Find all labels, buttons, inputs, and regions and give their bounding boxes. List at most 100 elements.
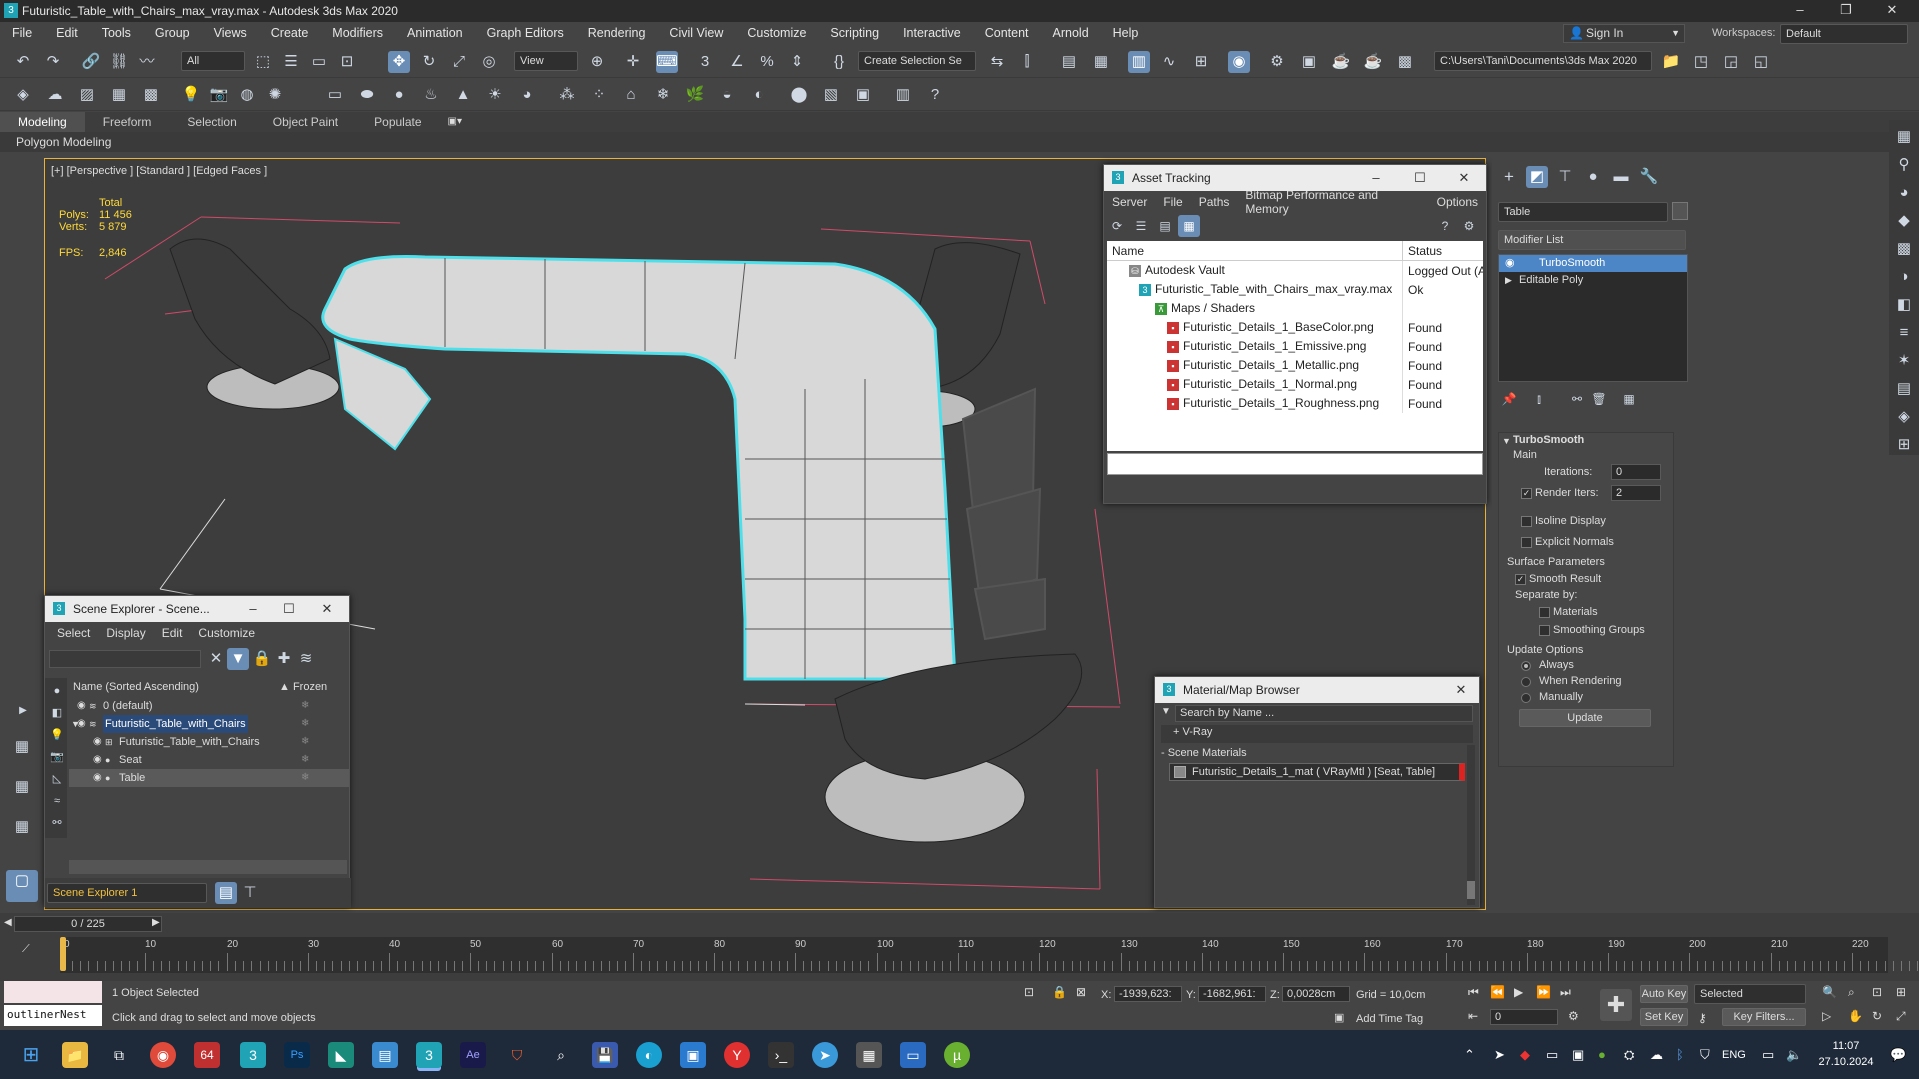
asset-menu-options[interactable]: Options [1429,195,1486,209]
rotate-icon[interactable]: ↻ [418,51,440,73]
ribbon-tab-freeform[interactable]: Freeform [85,112,170,132]
maxscript-listener-input[interactable]: outlinerNest [4,1005,102,1026]
cube-blue-icon[interactable]: ◈ [1893,406,1915,428]
smoothing-groups-checkbox[interactable] [1539,625,1550,636]
3dsmax-2020-icon[interactable]: 3 [240,1042,266,1068]
teapot-icon[interactable]: ♨ [420,84,442,106]
key-selection-dropdown[interactable]: Selected [1694,984,1806,1004]
hierarchy-tab-icon[interactable]: ⊤ [1554,166,1576,188]
key-mode-icon[interactable]: ⇤ [1468,1009,1478,1023]
menu-customize[interactable]: Customize [735,26,818,40]
render-setup-icon[interactable]: ⚙ [1266,51,1288,73]
viewport-layout-4-icon[interactable]: ▢ [6,870,38,902]
tray-telegram-icon[interactable]: ➤ [1494,1047,1505,1063]
menu-civil-view[interactable]: Civil View [657,26,735,40]
update-manually-radio[interactable] [1521,693,1531,703]
asset-path-field[interactable] [1107,453,1483,475]
previous-frame-icon[interactable]: ⏪ [1490,985,1505,999]
container-icon[interactable]: ◲ [1720,51,1742,73]
plane-icon[interactable]: ⬬ [356,84,378,106]
freeze-icon[interactable]: ❄ [301,715,309,733]
clear-search-icon[interactable]: ✕ [205,648,227,670]
light-icon[interactable]: ✺ [264,84,286,106]
sign-in-button[interactable]: 👤 Sign In ▼ [1563,24,1685,43]
telegram-icon[interactable]: ➤ [812,1042,838,1068]
scene-menu-edit[interactable]: Edit [154,626,191,640]
explicit-normals-checkbox[interactable] [1521,537,1532,548]
vfb-icon[interactable]: ▣ [852,84,874,106]
asset-menu-server[interactable]: Server [1104,195,1155,209]
tray-monitor-icon[interactable]: ▣ [1572,1047,1584,1063]
ribbon-tab-object-paint[interactable]: Object Paint [255,112,356,132]
tray-chevron-icon[interactable]: ⌃ [1464,1047,1475,1063]
unlink-icon[interactable]: ⛓ [108,51,130,73]
render-iters-spinner[interactable]: 2 [1611,485,1661,501]
menu-edit[interactable]: Edit [44,26,90,40]
turbosmooth-rollout-title[interactable]: TurboSmooth [1513,434,1584,446]
y-coordinate-field[interactable]: -1682,961: [1198,986,1266,1002]
material-search-input[interactable]: Search by Name ... [1175,705,1473,722]
percent-snap-icon[interactable]: % [756,51,778,73]
task-view-icon[interactable]: ⧉ [106,1042,132,1068]
selection-filter-dropdown[interactable]: All [181,51,245,71]
cone-icon[interactable]: ▲ [452,84,474,106]
auto-key-button[interactable]: Auto Key [1640,985,1688,1003]
asset-row[interactable]: ⛁ Autodesk Vault Logged Out (A [1107,261,1483,280]
render-iterative-icon[interactable]: ☕ [1362,51,1384,73]
scene-menu-customize[interactable]: Customize [190,626,263,640]
tray-display-icon[interactable]: ▭ [1546,1047,1558,1063]
viewport-layout-3-icon[interactable]: ▦ [6,816,38,846]
reference-coordinate-dropdown[interactable]: View [514,51,578,71]
scene-explorer-close[interactable]: ✕ [305,596,349,622]
fov-icon[interactable]: ▷ [1822,1009,1831,1023]
render-iters-checkbox[interactable]: ✓ [1521,488,1532,499]
refresh-icon[interactable]: ⟳ [1106,215,1128,237]
zoom-extents-icon[interactable]: ⊡ [1872,985,1882,999]
lamp-icon[interactable]: ⚲ [1893,154,1915,176]
isoline-display-checkbox[interactable] [1521,516,1532,527]
selection-lock-icon[interactable]: 🔒 [1052,985,1067,999]
scale-icon[interactable]: ⤢ [448,51,470,73]
pan-icon[interactable]: ✋ [1848,1009,1863,1023]
expand-arrow-icon[interactable]: ▶ [1505,272,1512,289]
make-unique-icon[interactable]: ⚯ [1566,388,1588,410]
settings-icon[interactable]: ⚙ [1458,215,1480,237]
set-key-button[interactable]: Set Key [1640,1008,1688,1026]
asset-menu-paths[interactable]: Paths [1191,195,1238,209]
pivot-center-icon[interactable]: ⊕ [586,51,608,73]
after-effects-icon[interactable]: Ae [460,1042,486,1068]
start-icon[interactable]: ⊞ [18,1042,44,1068]
redo-icon[interactable]: ↷ [42,51,64,73]
volume-icon[interactable]: 🔈 [1786,1047,1802,1063]
col-frozen[interactable]: ▲ Frozen [279,678,349,696]
display-lights-icon[interactable]: 💡 [46,724,68,746]
minimize-button[interactable]: – [1777,0,1823,22]
scene-row[interactable]: ◉ ≋ 0 (default) ❄ [69,697,349,715]
display-spacewarps-icon[interactable]: ≈ [46,790,68,812]
lock-icon[interactable]: 🔒 [251,648,273,670]
shapes-blue-icon[interactable]: ◆ [1893,210,1915,232]
menu-interactive[interactable]: Interactive [891,26,973,40]
calculator-icon[interactable]: ▦ [856,1042,882,1068]
create-tab-icon[interactable]: + [1498,166,1520,188]
scene-menu-select[interactable]: Select [49,626,98,640]
curve-editor-icon[interactable]: ∿ [1158,51,1180,73]
spinner-snap-icon[interactable]: ⇕ [786,51,808,73]
material-browser-titlebar[interactable]: 3 Material/Map Browser ✕ [1155,677,1479,703]
ribbon-tab-populate[interactable]: Populate [356,112,439,132]
layer-toggle-icon[interactable]: ▤ [215,882,237,904]
prev-frame-arrow-icon[interactable]: ◀ [4,917,12,928]
asset-row[interactable]: ⊼ Maps / Shaders [1107,299,1483,318]
color-wheel-icon[interactable]: ◑ [1893,266,1915,288]
tree-view-icon[interactable]: ▤ [1154,215,1176,237]
window-crossing-icon[interactable]: ⊡ [336,51,358,73]
calculator-icon[interactable]: ▦ [108,84,130,106]
viewport-layout-1-icon[interactable]: ▦ [6,736,38,766]
scene-row[interactable]: ◉ ⊞ Futuristic_Table_with_Chairs ❄ [69,733,349,751]
align-icon[interactable]: ⫿ [1016,51,1038,73]
sun-icon[interactable]: ☀ [484,84,506,106]
scene-search-input[interactable] [49,650,201,668]
modifier-turbosmooth[interactable]: ◉ TurboSmooth [1499,255,1687,272]
asset-row[interactable]: ▪ Futuristic_Details_1_BaseColor.png Found [1107,318,1483,337]
material-browser-scrollbar[interactable] [1467,745,1475,905]
